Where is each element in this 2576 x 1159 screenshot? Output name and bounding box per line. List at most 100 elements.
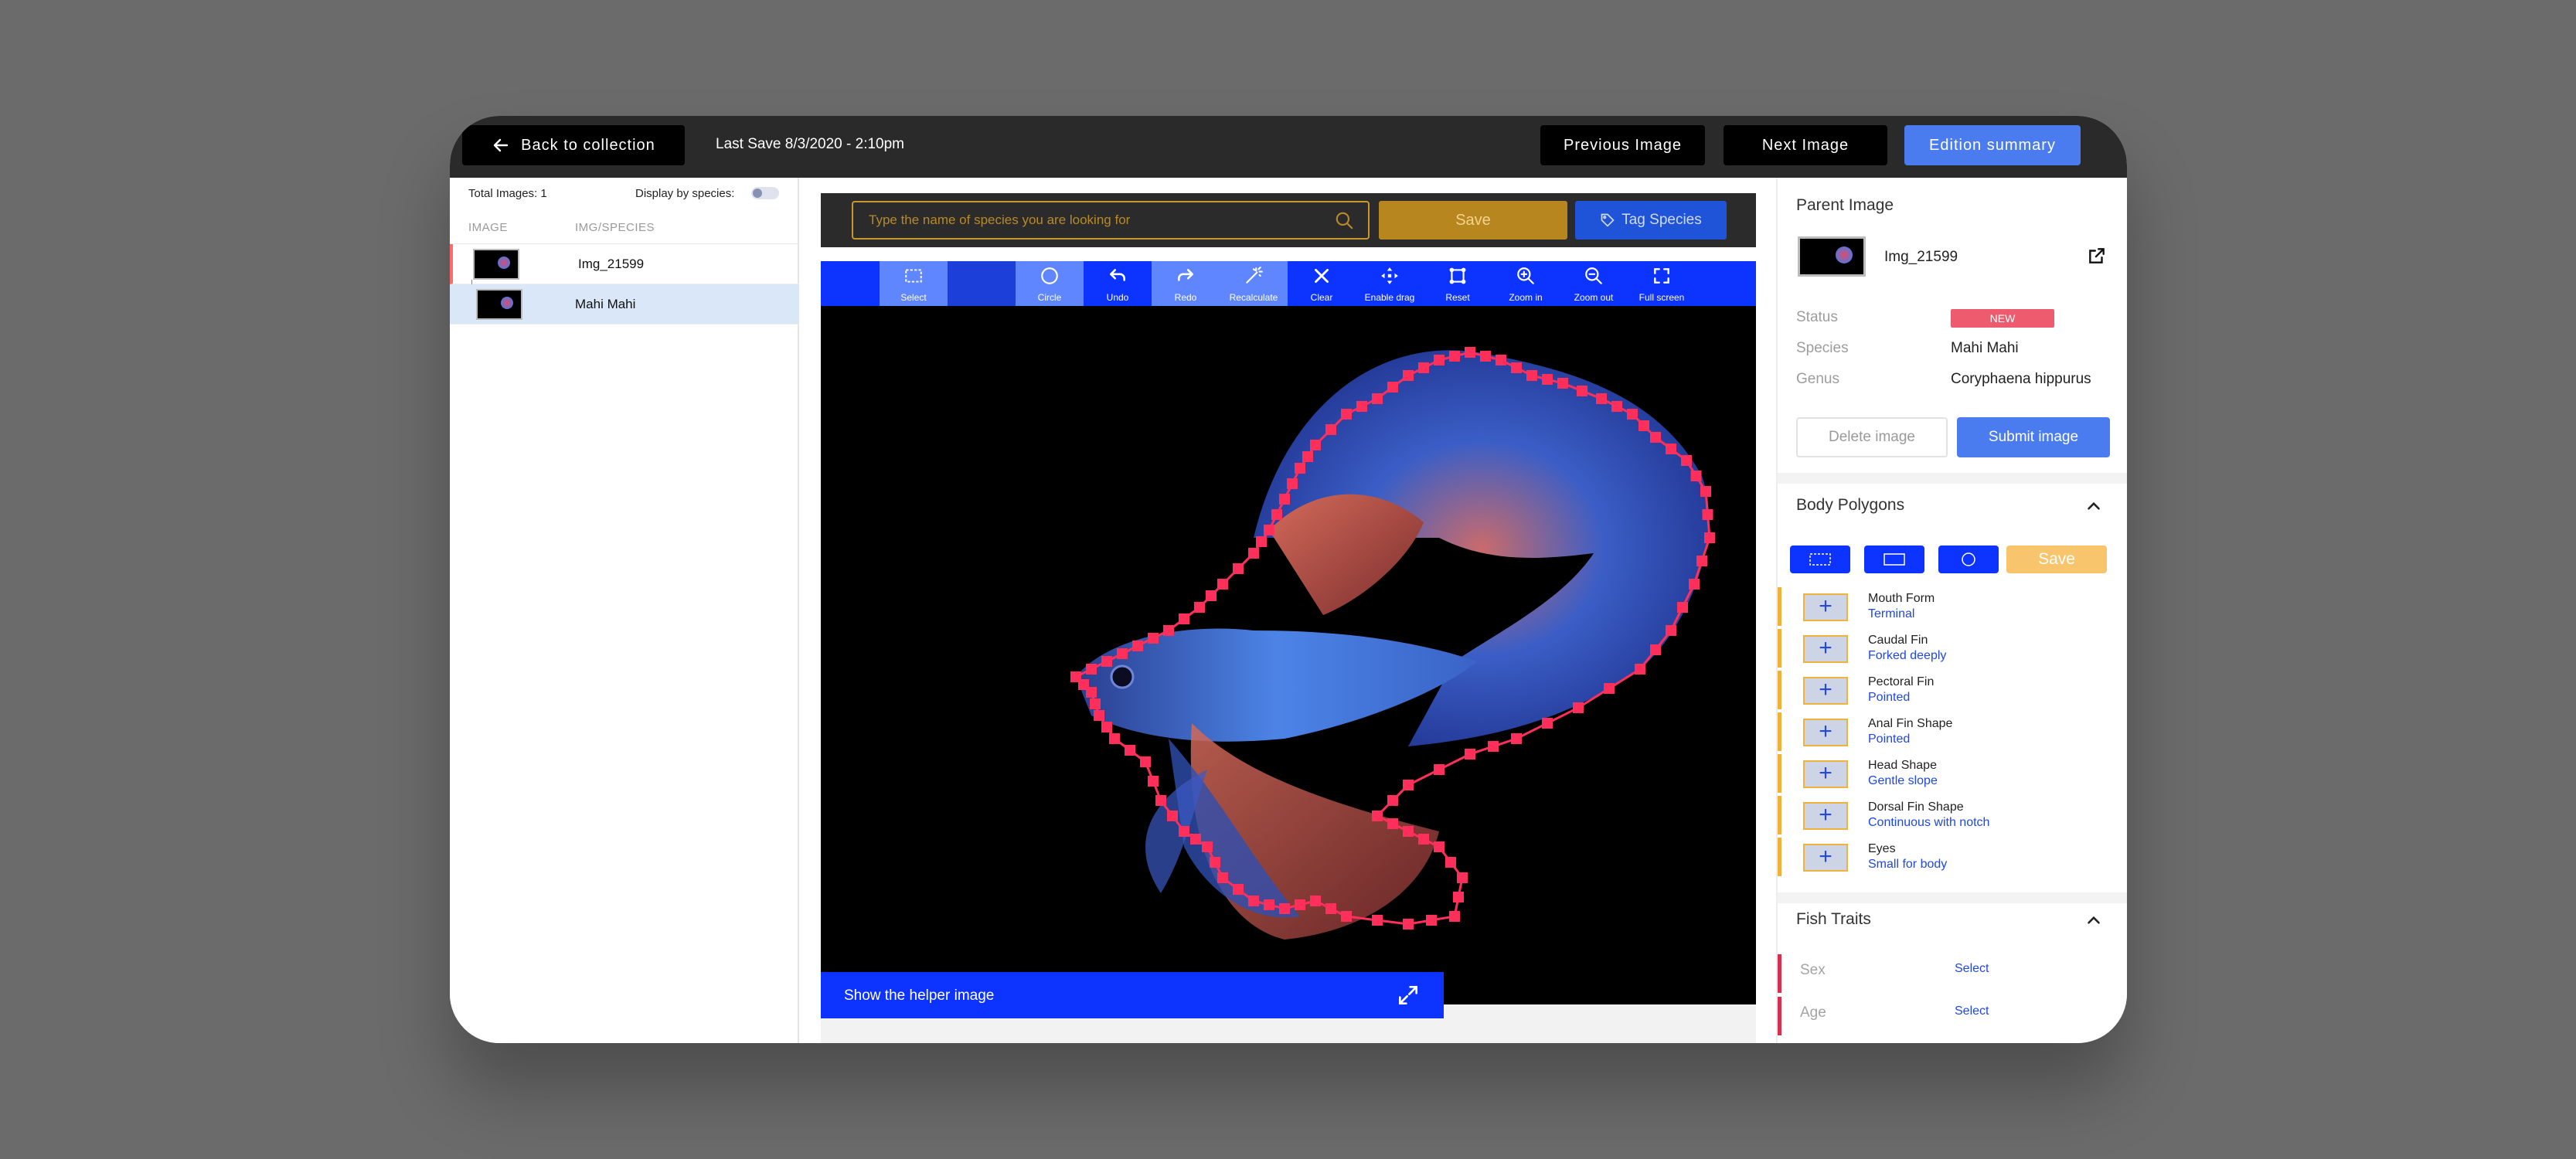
vertex-handle[interactable]	[1325, 424, 1336, 435]
trait-value[interactable]: Continuous with notch	[1868, 816, 1989, 830]
rectangle-tool-button[interactable]	[1864, 546, 1924, 573]
add-trait-button[interactable]: +	[1803, 719, 1848, 746]
tool-full-screen-button[interactable]: Full screen	[1628, 261, 1696, 306]
vertex-handle[interactable]	[1596, 393, 1607, 404]
vertex-handle[interactable]	[1511, 362, 1522, 373]
tool-redo-button[interactable]: Redo	[1152, 261, 1220, 306]
vertex-handle[interactable]	[1341, 409, 1352, 420]
tool-clear-button[interactable]: Clear	[1288, 261, 1356, 306]
trait-value[interactable]: Pointed	[1868, 732, 1910, 746]
tool-reset-button[interactable]: Reset	[1424, 261, 1492, 306]
vertex-handle[interactable]	[1689, 579, 1700, 590]
vertex-handle[interactable]	[1132, 641, 1143, 651]
open-external-icon[interactable]	[2087, 246, 2107, 266]
vertex-handle[interactable]	[1457, 872, 1468, 883]
vertex-handle[interactable]	[1681, 455, 1692, 466]
trait-value[interactable]: Forked deeply	[1868, 649, 1946, 663]
vertex-handle[interactable]	[1403, 780, 1414, 790]
vertex-handle[interactable]	[1434, 764, 1445, 775]
vertex-handle[interactable]	[1702, 509, 1713, 520]
vertex-handle[interactable]	[1217, 872, 1228, 883]
vertex-handle[interactable]	[1248, 896, 1259, 906]
species-search-input[interactable]: Type the name of species you are looking…	[852, 201, 1370, 240]
trait-value[interactable]: Gentle slope	[1868, 774, 1938, 788]
add-trait-button[interactable]: +	[1803, 760, 1848, 788]
vertex-handle[interactable]	[1341, 911, 1352, 922]
vertex-handle[interactable]	[1650, 644, 1661, 655]
vertex-handle[interactable]	[1233, 563, 1244, 574]
vertex-handle[interactable]	[1434, 841, 1445, 852]
vertex-handle[interactable]	[1086, 664, 1097, 675]
vertex-handle[interactable]	[1526, 370, 1537, 381]
vertex-handle[interactable]	[1194, 602, 1205, 613]
vertex-handle[interactable]	[1148, 633, 1159, 644]
vertex-handle[interactable]	[1387, 795, 1398, 806]
vertex-handle[interactable]	[1542, 718, 1553, 729]
vertex-handle[interactable]	[1295, 899, 1305, 910]
vertex-handle[interactable]	[1140, 756, 1151, 767]
list-item-parent[interactable]: Img_21599	[450, 244, 799, 284]
tool-zoom-out-button[interactable]: Zoom out	[1560, 261, 1628, 306]
vertex-handle[interactable]	[1387, 818, 1398, 829]
polygons-save-button[interactable]: Save	[2006, 546, 2107, 573]
fish-trait-select[interactable]: Select	[1955, 1004, 1989, 1018]
vertex-handle[interactable]	[1163, 625, 1174, 636]
vertex-handle[interactable]	[1635, 664, 1645, 675]
tool-select-button[interactable]: Select	[880, 261, 948, 306]
vertex-handle[interactable]	[1650, 432, 1661, 443]
vertex-handle[interactable]	[1090, 698, 1101, 709]
vertex-handle[interactable]	[1302, 451, 1313, 462]
vertex-handle[interactable]	[1557, 378, 1568, 389]
vertex-handle[interactable]	[1190, 834, 1201, 845]
vertex-handle[interactable]	[1117, 648, 1128, 659]
next-image-button[interactable]: Next Image	[1724, 125, 1887, 165]
vertex-handle[interactable]	[1101, 656, 1112, 667]
vertex-handle[interactable]	[1279, 494, 1290, 505]
chevron-up-icon[interactable]	[2084, 910, 2104, 930]
vertex-handle[interactable]	[1627, 409, 1638, 420]
vertex-handle[interactable]	[1666, 444, 1676, 454]
add-trait-button[interactable]: +	[1803, 677, 1848, 705]
vertex-handle[interactable]	[1666, 625, 1676, 636]
vertex-handle[interactable]	[1542, 374, 1553, 385]
vertex-handle[interactable]	[1690, 471, 1702, 481]
vertex-handle[interactable]	[1217, 579, 1228, 590]
vertex-handle[interactable]	[1577, 386, 1587, 396]
polygon-select-tool-button[interactable]	[1790, 546, 1850, 573]
add-trait-button[interactable]: +	[1803, 802, 1848, 830]
delete-image-button[interactable]: Delete image	[1796, 417, 1948, 457]
vertex-handle[interactable]	[1101, 722, 1112, 732]
vertex-handle[interactable]	[1372, 915, 1383, 926]
vertex-handle[interactable]	[1465, 347, 1475, 358]
tool-undo-button[interactable]: Undo	[1084, 261, 1152, 306]
vertex-handle[interactable]	[1256, 536, 1267, 547]
vertex-handle[interactable]	[1287, 478, 1298, 489]
vertex-handle[interactable]	[1086, 687, 1097, 698]
circle-tool-button[interactable]	[1938, 546, 1999, 573]
add-trait-button[interactable]: +	[1803, 635, 1848, 663]
submit-image-button[interactable]: Submit image	[1957, 417, 2110, 457]
vertex-handle[interactable]	[1210, 857, 1220, 868]
vertex-handle[interactable]	[1325, 903, 1336, 914]
trait-value[interactable]: Terminal	[1868, 607, 1914, 621]
vertex-handle[interactable]	[1403, 370, 1414, 381]
vertex-handle[interactable]	[1167, 811, 1178, 821]
vertex-handle[interactable]	[1573, 702, 1584, 713]
vertex-handle[interactable]	[1387, 382, 1398, 393]
vertex-handle[interactable]	[1372, 393, 1383, 404]
vertex-handle[interactable]	[1206, 590, 1217, 601]
vertex-handle[interactable]	[1233, 884, 1244, 895]
vertex-handle[interactable]	[1426, 915, 1437, 926]
tool-recalculate-button[interactable]: Recalculate	[1220, 261, 1288, 306]
vertex-handle[interactable]	[1109, 733, 1120, 744]
trait-value[interactable]: Pointed	[1868, 691, 1910, 705]
vertex-handle[interactable]	[1418, 362, 1429, 373]
fish-trait-select[interactable]: Select	[1955, 962, 1989, 976]
add-trait-button[interactable]: +	[1803, 593, 1848, 621]
vertex-handle[interactable]	[1434, 355, 1445, 365]
previous-image-button[interactable]: Previous Image	[1540, 125, 1705, 165]
vertex-handle[interactable]	[1125, 745, 1135, 756]
tool-zoom-in-button[interactable]: Zoom in	[1492, 261, 1560, 306]
vertex-handle[interactable]	[1449, 911, 1460, 922]
vertex-handle[interactable]	[1295, 463, 1305, 474]
